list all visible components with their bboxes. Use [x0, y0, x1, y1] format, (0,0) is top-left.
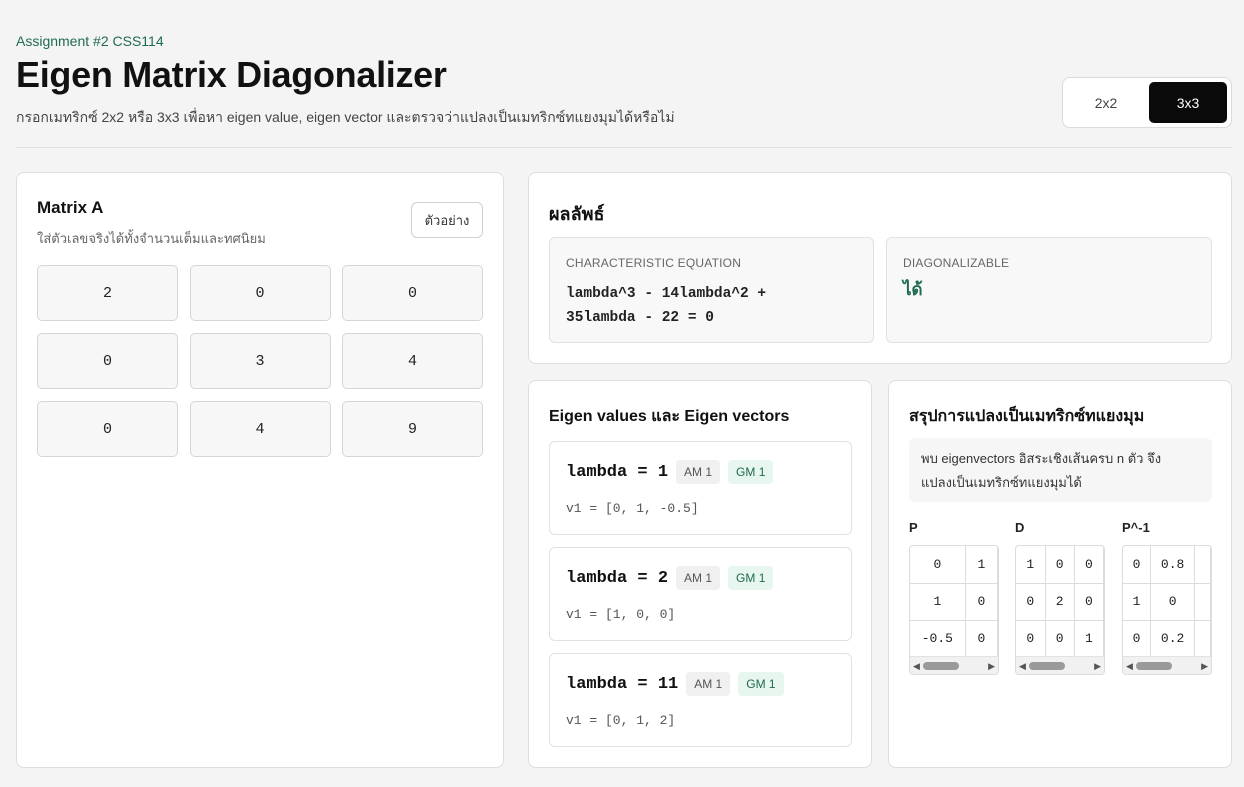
matrix-p-inverse-cell — [1194, 546, 1211, 584]
summary-note-line2: แปลงเป็นเมทริกซ์ทแยงมุมได้ — [921, 475, 1082, 490]
eigen-item: lambda = 1 AM 1 GM 1 v1 = [0, 1, -0.5] — [549, 441, 852, 535]
scroll-left-icon[interactable]: ◀ — [913, 661, 920, 672]
matrix-d-cell: 0 — [1016, 583, 1046, 621]
size-option-3x3[interactable]: 3x3 — [1149, 82, 1227, 123]
matrix-d-cell: 1 — [1074, 620, 1104, 658]
header-divider — [16, 147, 1232, 148]
matrix-cell-input[interactable]: 3 — [189, 333, 331, 389]
matrix-input-card: Matrix A ใส่ตัวเลขจริงได้ทั้งจำนวนเต็มแล… — [16, 172, 504, 768]
gm-badge: GM 1 — [728, 460, 774, 484]
scroll-thumb[interactable] — [1136, 662, 1172, 670]
summary-note-line1: พบ eigenvectors อิสระเชิงเส้นครบ n ตัว จ… — [921, 451, 1162, 466]
matrix-card-hint: ใส่ตัวเลขจริงได้ทั้งจำนวนเต็มและทศนิยม — [37, 231, 266, 246]
matrix-p-cell: 0 — [965, 620, 998, 658]
matrix-d-cell: 0 — [1045, 620, 1075, 658]
eigen-item: lambda = 11 AM 1 GM 1 v1 = [0, 1, 2] — [549, 653, 852, 747]
matrix-grid: 2 0 0 0 3 4 0 4 9 — [37, 265, 483, 457]
horizontal-scrollbar[interactable]: ◀ ▶ — [1123, 656, 1211, 674]
matrix-d-cell: 0 — [1045, 546, 1075, 584]
matrix-cell-input[interactable]: 4 — [189, 401, 331, 457]
matrix-cell-input[interactable]: 0 — [37, 401, 178, 457]
matrix-d-cell: 0 — [1016, 620, 1046, 658]
scroll-left-icon[interactable]: ◀ — [1126, 661, 1133, 672]
matrix-d-cell: 0 — [1074, 546, 1104, 584]
page-subtitle: กรอกเมทริกซ์ 2x2 หรือ 3x3 เพื่อหา eigen … — [16, 109, 675, 125]
course-label: Assignment #2 CSS114 — [16, 33, 164, 49]
scroll-thumb[interactable] — [1029, 662, 1065, 670]
summary-note: พบ eigenvectors อิสระเชิงเส้นครบ n ตัว จ… — [909, 438, 1212, 502]
horizontal-scrollbar[interactable]: ◀ ▶ — [1016, 656, 1104, 674]
characteristic-equation-box: CHARACTERISTIC EQUATION lambda^3 - 14lam… — [549, 237, 874, 343]
characteristic-equation: lambda^3 - 14lambda^2 + 35lambda - 22 = … — [566, 282, 857, 330]
matrix-d-table[interactable]: 1 0 0 0 2 0 0 0 1 ◀ ▶ — [1015, 545, 1105, 675]
matrix-d-label: D — [1015, 520, 1025, 535]
example-button[interactable]: ตัวอย่าง — [411, 202, 483, 238]
gm-badge: GM 1 — [728, 566, 774, 590]
matrix-card-title: Matrix A — [37, 198, 104, 217]
diagonalizable-label: DIAGONALIZABLE — [903, 256, 1010, 270]
summary-card: สรุปการแปลงเป็นเมทริกซ์ทแยงมุม พบ eigenv… — [888, 380, 1232, 768]
scroll-left-icon[interactable]: ◀ — [1019, 661, 1026, 672]
matrix-cell-input[interactable]: 9 — [342, 401, 483, 457]
am-badge: AM 1 — [686, 672, 731, 696]
eigenvalue: lambda = 1 — [566, 462, 669, 482]
page-title: Eigen Matrix Diagonalizer — [16, 54, 447, 95]
eigen-card-title: Eigen values และ Eigen vectors — [549, 408, 790, 425]
eigenvector: v1 = [1, 0, 0] — [566, 607, 676, 622]
matrix-cell-input[interactable]: 2 — [37, 265, 178, 321]
matrix-cell-input[interactable]: 0 — [189, 265, 331, 321]
matrix-p-cell: -0.5 — [910, 620, 966, 658]
matrix-cell-input[interactable]: 0 — [342, 265, 483, 321]
matrix-p-inverse-table[interactable]: 0 0.8 1 0 0 0.2 ◀ ▶ — [1122, 545, 1212, 675]
matrix-p-cell: 0 — [965, 583, 998, 621]
scroll-right-icon[interactable]: ▶ — [1094, 661, 1101, 672]
eigen-card: Eigen values และ Eigen vectors lambda = … — [528, 380, 872, 768]
matrix-d-cell: 2 — [1045, 583, 1075, 621]
scroll-right-icon[interactable]: ▶ — [988, 661, 995, 672]
matrix-p-label: P — [909, 520, 918, 535]
eigen-item: lambda = 2 AM 1 GM 1 v1 = [1, 0, 0] — [549, 547, 852, 641]
gm-badge: GM 1 — [738, 672, 784, 696]
characteristic-equation-label: CHARACTERISTIC EQUATION — [566, 256, 742, 270]
matrix-p-cell: 0 — [910, 546, 966, 584]
matrix-p-cell: 1 — [965, 546, 998, 584]
matrix-p-inverse-cell: 0 — [1123, 546, 1151, 584]
eigenvalue: lambda = 11 — [566, 674, 679, 694]
matrix-cell-input[interactable]: 0 — [37, 333, 178, 389]
scroll-right-icon[interactable]: ▶ — [1201, 661, 1208, 672]
matrix-p-inverse-cell: 1 — [1123, 583, 1151, 621]
matrix-p-inverse-label: P^-1 — [1122, 520, 1150, 535]
horizontal-scrollbar[interactable]: ◀ ▶ — [910, 656, 998, 674]
diagonalizable-box: DIAGONALIZABLE ได้ — [886, 237, 1212, 343]
matrix-p-inverse-cell: 0 — [1123, 620, 1151, 658]
scroll-thumb[interactable] — [923, 662, 959, 670]
matrix-p-inverse-cell — [1194, 583, 1211, 621]
characteristic-equation-line2: 35lambda - 22 = 0 — [566, 310, 714, 326]
eigenvector: v1 = [0, 1, 2] — [566, 713, 676, 728]
matrix-p-inverse-cell: 0 — [1150, 583, 1196, 621]
diagonalizable-value: ได้ — [903, 280, 923, 299]
eigenvector: v1 = [0, 1, -0.5] — [566, 501, 699, 516]
matrix-p-inverse-cell: 0.2 — [1150, 620, 1196, 658]
matrix-d-cell: 1 — [1016, 546, 1046, 584]
matrix-p-inverse-cell: 0.8 — [1150, 546, 1196, 584]
results-title: ผลลัพธ์ — [549, 204, 605, 224]
size-option-2x2[interactable]: 2x2 — [1067, 82, 1145, 123]
summary-card-title: สรุปการแปลงเป็นเมทริกซ์ทแยงมุม — [909, 408, 1145, 425]
matrix-size-toggle: 2x2 3x3 — [1062, 77, 1232, 128]
matrix-p-inverse-cell — [1194, 620, 1211, 658]
matrix-p-table[interactable]: 0 1 1 0 -0.5 0 ◀ ▶ — [909, 545, 999, 675]
matrix-d-cell: 0 — [1074, 583, 1104, 621]
results-card: ผลลัพธ์ CHARACTERISTIC EQUATION lambda^3… — [528, 172, 1232, 364]
am-badge: AM 1 — [676, 566, 721, 590]
characteristic-equation-line1: lambda^3 - 14lambda^2 + — [566, 286, 767, 302]
am-badge: AM 1 — [676, 460, 721, 484]
matrix-p-cell: 1 — [910, 583, 966, 621]
eigenvalue: lambda = 2 — [566, 568, 669, 588]
matrix-cell-input[interactable]: 4 — [342, 333, 483, 389]
